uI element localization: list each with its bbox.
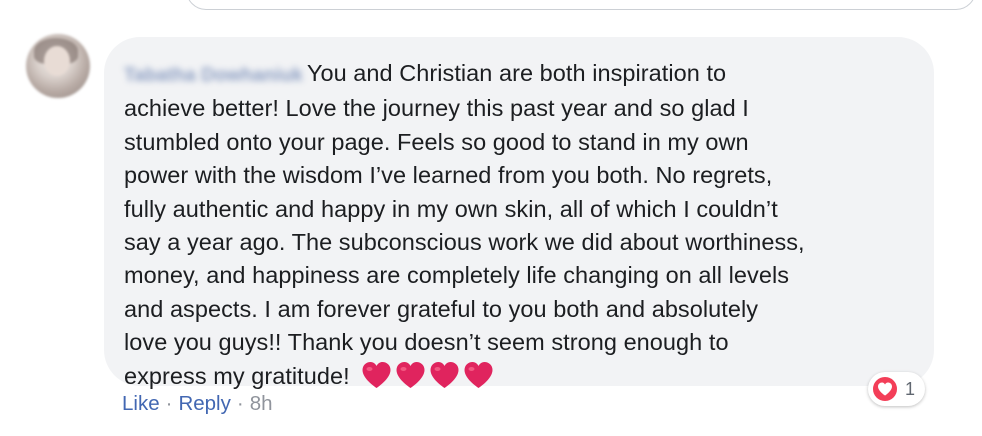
comment-text-line: money, and happiness are completely life… xyxy=(124,262,790,289)
separator: · xyxy=(236,392,244,415)
comment-actions: Like · Reply · 8h xyxy=(122,392,273,416)
separator: · xyxy=(165,392,173,415)
comment-body: Tabatha Dowhaniuk You and Christian are b… xyxy=(124,57,914,393)
comment-text-line: express my gratitude! xyxy=(124,362,350,389)
like-button[interactable]: Like xyxy=(122,392,160,416)
comment-text-line: fully authentic and happy in my own skin… xyxy=(124,195,778,222)
author-name[interactable]: Tabatha Dowhaniuk xyxy=(124,59,303,92)
avatar-face xyxy=(44,46,70,76)
red-heart-emoji-icon xyxy=(464,361,493,388)
comment-page: Tabatha Dowhaniuk You and Christian are b… xyxy=(0,0,982,436)
comment-text-line: achieve better! Love the journey this pa… xyxy=(124,95,749,122)
comment-text-line: power with the wisdom I’ve learned from … xyxy=(124,162,773,189)
comment-last-line: express my gratitude! xyxy=(124,360,914,393)
red-heart-emoji-icon xyxy=(396,361,425,388)
comment-text-line: say a year ago. The subconscious work we… xyxy=(124,229,805,256)
red-heart-emoji-icon xyxy=(362,361,391,388)
reaction-summary[interactable]: 1 xyxy=(868,372,926,406)
comment-text-line: You and Christian are both inspiration t… xyxy=(306,60,727,86)
comment-bubble: Tabatha Dowhaniuk You and Christian are b… xyxy=(104,37,934,389)
timestamp[interactable]: 8h xyxy=(250,392,273,416)
red-heart-emoji-icon xyxy=(430,361,459,388)
comment-text-line: and aspects. I am forever grateful to yo… xyxy=(124,295,759,322)
comment-text-line: stumbled onto your page. Feels so good t… xyxy=(124,128,749,155)
heart-reaction-icon xyxy=(871,375,899,403)
avatar[interactable] xyxy=(26,34,90,98)
comment-line-1: Tabatha Dowhaniuk You and Christian are b… xyxy=(124,57,914,92)
reply-input-edge[interactable] xyxy=(186,0,976,10)
reaction-count: 1 xyxy=(905,378,916,399)
heart-emoji-group xyxy=(360,360,495,390)
reply-button[interactable]: Reply xyxy=(178,392,230,416)
comment-text-line: love you guys!! Thank you doesn’t seem s… xyxy=(124,329,729,356)
